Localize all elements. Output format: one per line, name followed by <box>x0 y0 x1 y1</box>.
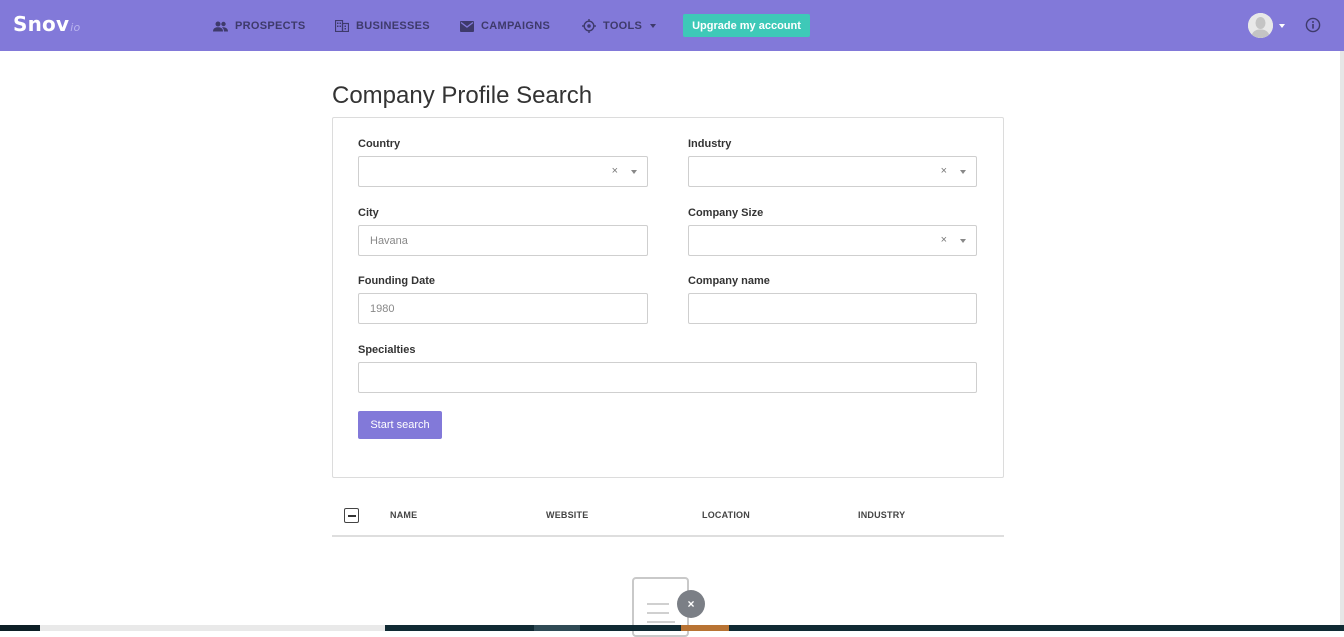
crosshair-icon <box>582 19 596 33</box>
start-search-button[interactable]: Start search <box>358 411 442 439</box>
page-scrollbar[interactable] <box>1340 51 1344 631</box>
nav-prospects[interactable]: PROSPECTS <box>213 18 306 34</box>
taskbar-segment <box>0 625 40 631</box>
company-size-chevron-down-icon[interactable] <box>960 239 966 243</box>
doc-line <box>647 621 675 623</box>
logo-text: Snov <box>13 12 70 36</box>
city-input[interactable]: Havana <box>358 225 648 256</box>
empty-results-close-icon: × <box>677 590 705 618</box>
company-size-select[interactable]: × <box>688 225 977 256</box>
snovio-logo[interactable]: Snovio <box>13 12 80 36</box>
building-icon <box>335 20 349 32</box>
industry-chevron-down-icon[interactable] <box>960 170 966 174</box>
column-header-location[interactable]: LOCATION <box>702 510 750 520</box>
industry-clear-icon[interactable]: × <box>941 165 947 177</box>
nav-businesses[interactable]: BUSINESSES <box>335 18 430 34</box>
country-label: Country <box>358 138 401 150</box>
taskbar-segment[interactable] <box>40 625 385 631</box>
industry-label: Industry <box>688 138 732 150</box>
specialties-input[interactable] <box>358 362 977 393</box>
avatar[interactable] <box>1248 13 1273 38</box>
people-icon <box>213 21 228 31</box>
column-header-website[interactable]: WEBSITE <box>546 510 588 520</box>
nav-campaigns-label: CAMPAIGNS <box>481 20 551 32</box>
founding-date-input[interactable]: 1980 <box>358 293 648 324</box>
nav-tools-dropdown[interactable]: TOOLS <box>582 18 657 34</box>
industry-select[interactable]: × <box>688 156 977 187</box>
city-label: City <box>358 207 379 219</box>
taskbar-segment[interactable] <box>681 625 729 631</box>
doc-line <box>647 612 669 614</box>
logo-suffix: io <box>70 21 81 34</box>
nav-tools-label: TOOLS <box>603 20 643 32</box>
taskbar-segment[interactable] <box>534 625 580 631</box>
country-clear-icon[interactable]: × <box>612 165 618 177</box>
specialties-label: Specialties <box>358 344 416 356</box>
page-title: Company Profile Search <box>332 82 593 109</box>
select-all-checkbox[interactable] <box>344 508 359 523</box>
company-size-label: Company Size <box>688 207 764 219</box>
company-size-clear-icon[interactable]: × <box>941 234 947 246</box>
country-select[interactable]: × <box>358 156 648 187</box>
os-taskbar <box>0 625 1344 631</box>
mail-icon <box>460 20 474 32</box>
user-avatar-icon <box>1248 13 1273 38</box>
upgrade-account-button[interactable]: Upgrade my account <box>683 14 810 37</box>
column-header-industry[interactable]: INDUSTRY <box>858 510 905 520</box>
company-name-input[interactable] <box>688 293 977 324</box>
column-header-name[interactable]: NAME <box>390 510 417 520</box>
company-name-label: Company name <box>688 275 770 287</box>
account-menu-chevron-icon[interactable] <box>1279 24 1285 28</box>
founding-date-label: Founding Date <box>358 275 435 287</box>
info-icon[interactable] <box>1305 17 1321 33</box>
nav-prospects-label: PROSPECTS <box>235 20 306 32</box>
country-chevron-down-icon[interactable] <box>631 170 637 174</box>
top-navbar: Snovio PROSPECTS BUSINESSES CAMPAIGNS TO… <box>0 0 1344 51</box>
nav-campaigns[interactable]: CAMPAIGNS <box>460 18 550 34</box>
nav-businesses-label: BUSINESSES <box>356 20 430 32</box>
chevron-down-icon <box>650 24 657 28</box>
doc-line <box>647 603 669 605</box>
